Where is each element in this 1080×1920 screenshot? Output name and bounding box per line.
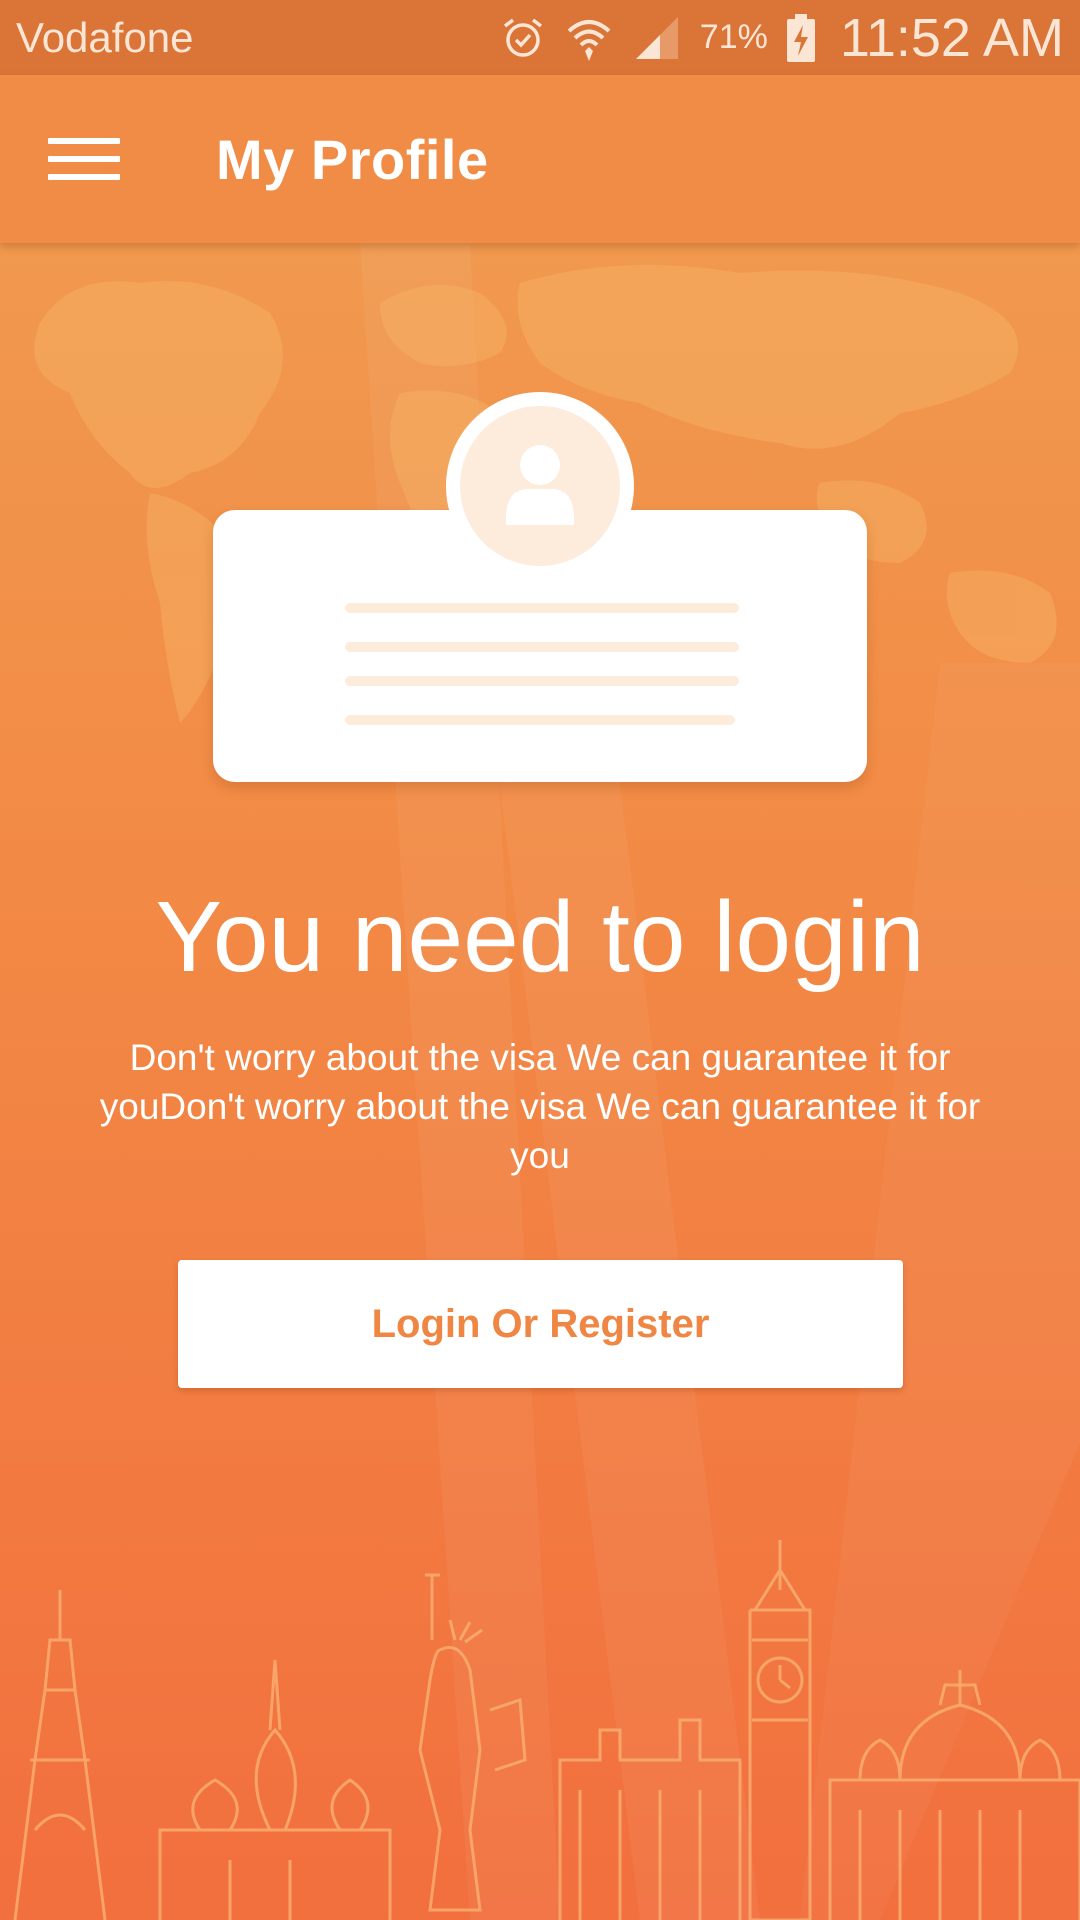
login-required-heading: You need to login [155, 881, 925, 993]
alarm-icon [500, 15, 546, 61]
card-text-line [345, 715, 735, 725]
battery-percentage: 71% [699, 18, 768, 56]
wifi-icon [564, 13, 614, 63]
status-icons: 71% 11:52 AM [500, 7, 1064, 69]
landmarks-skyline-decoration [13, 1540, 1080, 1920]
menu-bar-line [48, 174, 120, 180]
avatar [446, 392, 634, 580]
hamburger-menu-icon[interactable] [46, 129, 122, 189]
login-or-register-button[interactable]: Login Or Register [178, 1260, 903, 1388]
signal-icon [632, 15, 682, 61]
user-icon [505, 445, 575, 525]
card-text-line [345, 676, 739, 686]
card-text-line [345, 603, 739, 613]
app-bar: My Profile [0, 75, 1080, 243]
menu-bar-line [48, 156, 120, 162]
page-title: My Profile [216, 127, 489, 191]
carrier-name: Vodafone [16, 13, 194, 61]
login-description: Don't worry about the visa We can guaran… [99, 1037, 981, 1176]
status-bar: Vodafone 71% 11:52 AM [0, 0, 1080, 75]
clock: 11:52 AM [839, 7, 1064, 68]
avatar-background [460, 406, 620, 566]
battery-charging-icon [786, 13, 816, 63]
card-text-line [345, 642, 739, 652]
menu-bar-line [48, 138, 120, 144]
